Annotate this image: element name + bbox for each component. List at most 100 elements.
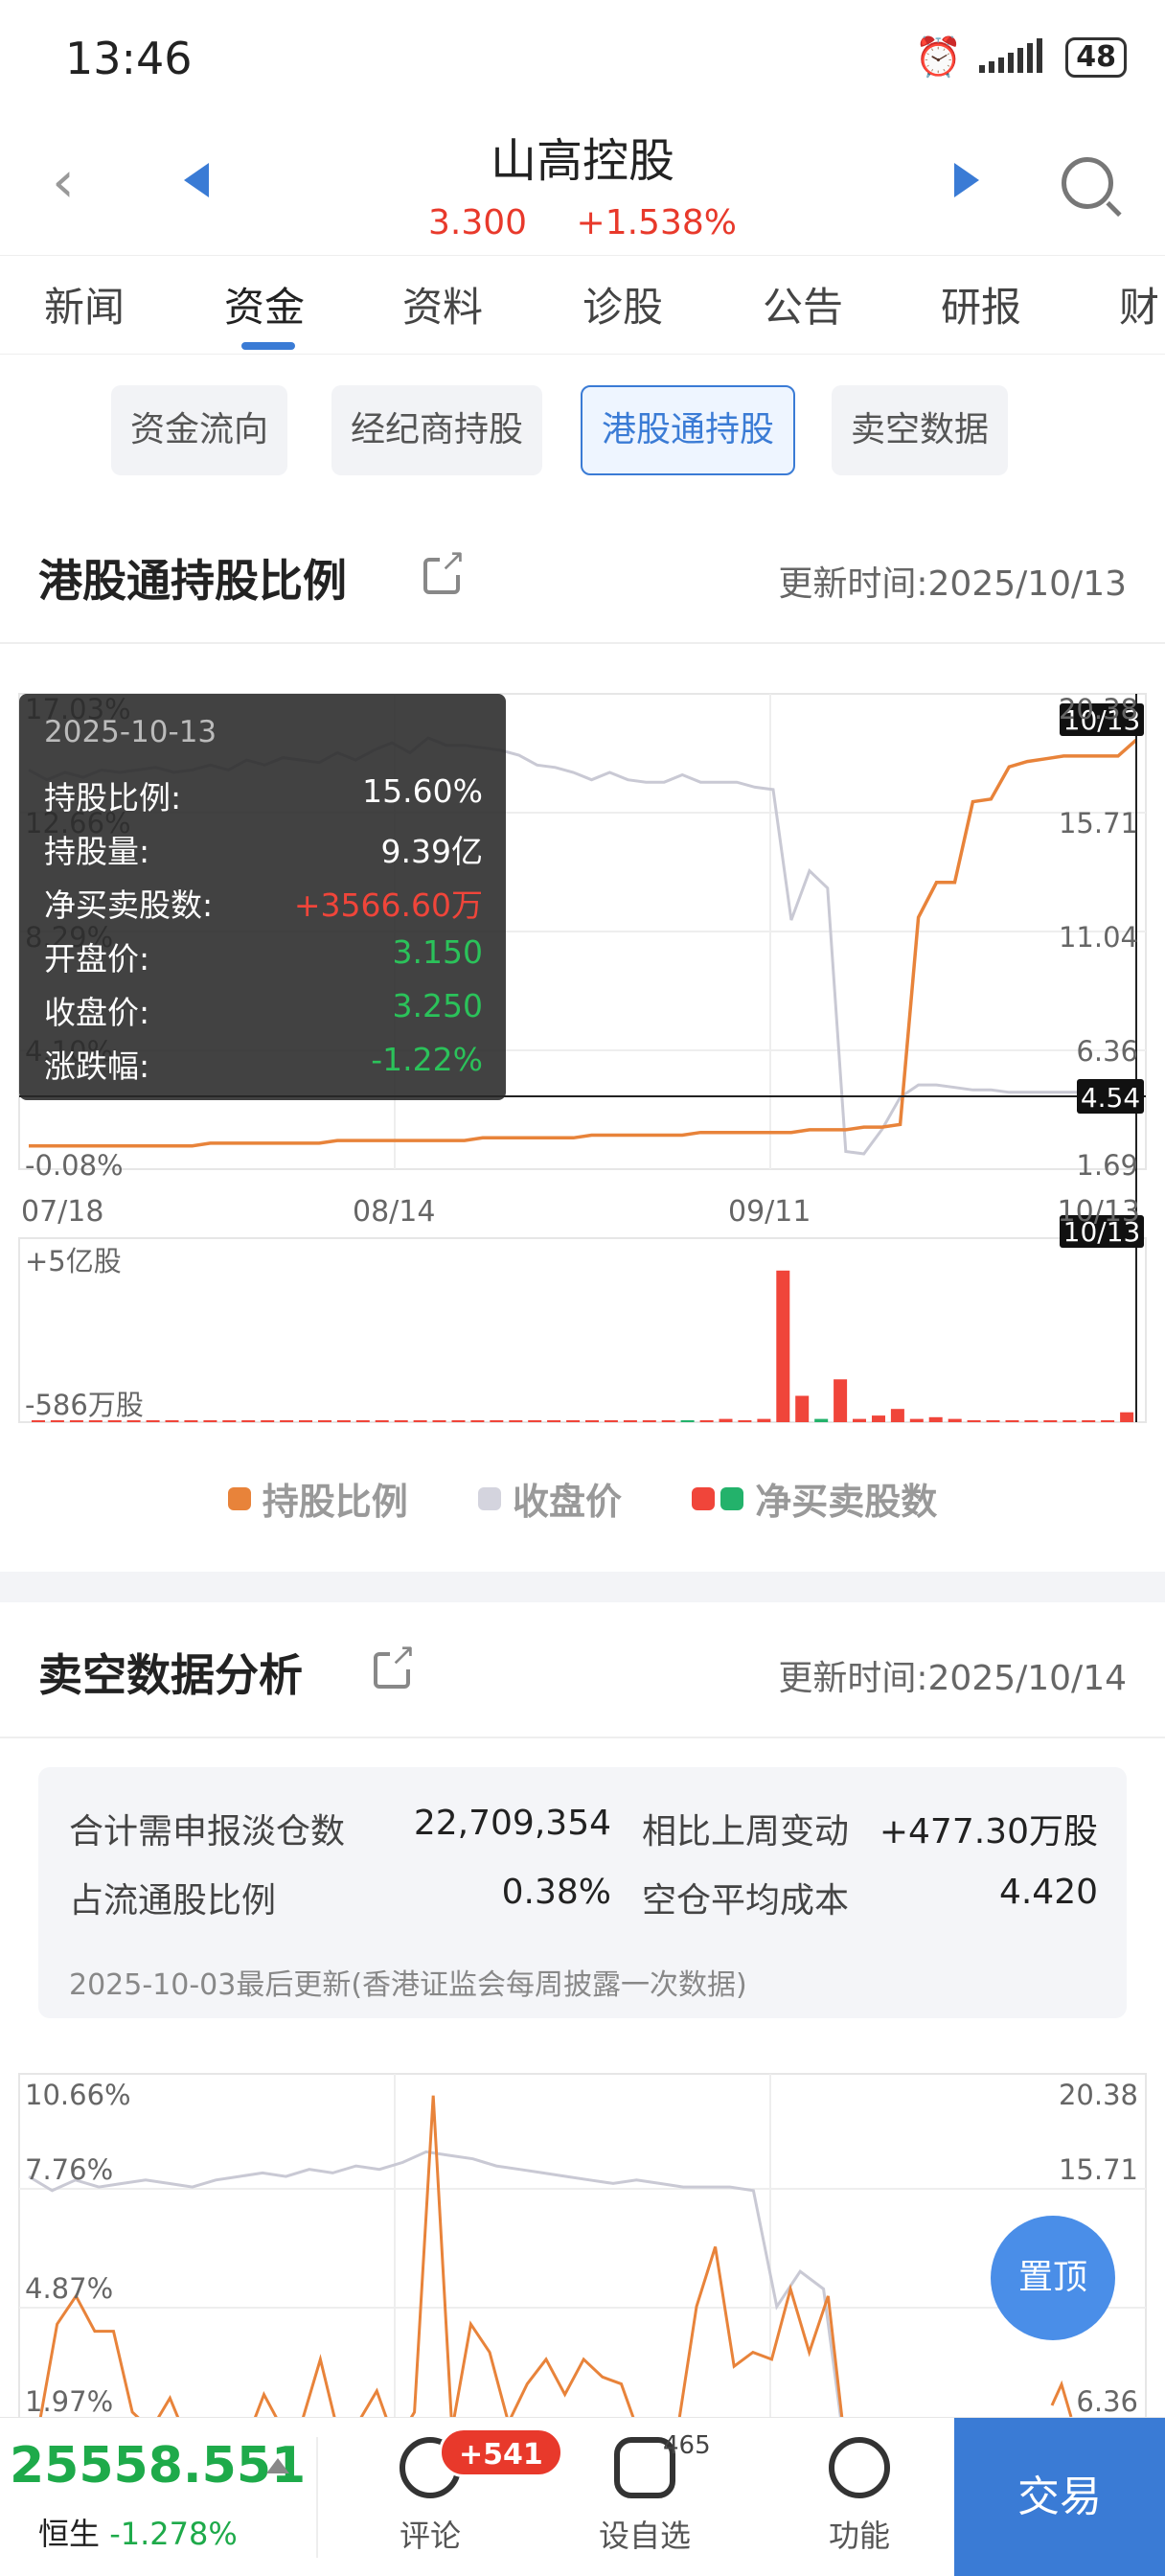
external-link-icon[interactable]	[374, 1639, 416, 1689]
tooltip-date: 2025-10-13	[44, 715, 217, 749]
net-buy-bar	[1082, 1420, 1096, 1422]
legend-label: 收盘价	[512, 1481, 622, 1523]
x-tick-label: 10/13	[1058, 1195, 1140, 1229]
y-tick-label: 11.04	[1059, 921, 1138, 954]
short-value: 22,709,354	[413, 1804, 611, 1843]
net-buy-bar	[413, 1420, 427, 1422]
subtab-short-data[interactable]: 卖空数据	[832, 385, 1009, 475]
net-buy-bar	[280, 1420, 294, 1422]
cursor-y-label: 4.54	[1081, 1082, 1140, 1114]
tooltip-label: 涨跌幅:	[44, 1047, 150, 1085]
subtab-broker-holdings[interactable]: 经纪商持股	[331, 385, 543, 475]
subtab-fund-flow[interactable]: 资金流向	[111, 385, 288, 475]
y-tick-label: 4.87%	[25, 2272, 113, 2305]
status-icons: ⏰ 48	[914, 34, 1127, 80]
y-tick-label: 1.69	[1076, 1149, 1138, 1182]
net-buy-bar	[909, 1418, 924, 1422]
short-label: 合计需申报淡仓数	[69, 1812, 346, 1852]
sub-tabs: 资金流向 经纪商持股 港股通持股 卖空数据	[0, 355, 1165, 508]
section-updated-time: 更新时间:2025/10/14	[778, 1659, 1127, 1698]
net-buy-bar	[928, 1416, 943, 1422]
legend-holding-ratio[interactable]: 持股比例	[227, 1472, 408, 1525]
y-tick-label: -0.08%	[25, 1149, 124, 1182]
short-data-chart[interactable]: 10.66% 7.76% 4.87% 1.97% 20.38 15.71 6.36	[0, 2070, 1165, 2417]
short-ratio-line-tail	[1050, 2380, 1073, 2417]
trade-button[interactable]: 交易	[954, 2418, 1165, 2576]
short-ratio-line	[38, 2095, 1073, 2417]
tab-research[interactable]: 研报	[941, 275, 1021, 334]
net-buy-bar	[566, 1420, 581, 1422]
functions-button[interactable]: 功能	[797, 2437, 922, 2556]
net-buy-bar	[318, 1420, 331, 1422]
chart-legend: 持股比例 收盘价 净买卖股数	[0, 1472, 1165, 1525]
index-value[interactable]: 25558.551	[10, 2437, 306, 2495]
tab-diagnosis[interactable]: 诊股	[582, 275, 663, 334]
stock-price: 3.300	[428, 203, 528, 242]
net-buy-bar	[890, 1409, 904, 1422]
tooltip-row: 净买卖股数: +3566.60万	[44, 880, 483, 926]
divider	[0, 642, 1165, 644]
stock-title: 山高控股	[490, 134, 674, 188]
bottom-bar: 25558.551 恒生 -1.278% 评论 +541 设自选 465 功能 …	[0, 2417, 1165, 2576]
bar-frame	[18, 1237, 1147, 1423]
net-buy-bar	[585, 1420, 599, 1422]
subtab-connect-holdings[interactable]: 港股通持股	[581, 385, 796, 475]
net-buy-bar	[394, 1420, 408, 1422]
y-tick-label: 20.38	[1059, 2079, 1138, 2111]
net-buy-bar	[203, 1420, 217, 1422]
net-buy-bar	[1101, 1420, 1115, 1422]
net-buy-bar	[1043, 1420, 1058, 1422]
tab-profile[interactable]: 资料	[402, 275, 483, 334]
back-to-top-button[interactable]: 置顶	[991, 2216, 1115, 2340]
net-buy-bar	[1062, 1420, 1077, 1422]
tab-funds[interactable]: 资金	[224, 275, 305, 334]
battery-icon: 48	[1065, 36, 1127, 78]
net-buy-bar	[719, 1418, 733, 1422]
stock-price-line: 3.300 +1.538%	[0, 203, 1165, 242]
y-tick-label: 15.71	[1059, 2153, 1138, 2186]
net-buy-bar	[623, 1420, 637, 1422]
net-buy-bar	[165, 1420, 179, 1422]
net-buy-bar	[967, 1420, 981, 1422]
section-title: 港股通持股比例	[38, 555, 347, 607]
tooltip-value: +3566.60万	[293, 886, 483, 924]
index-expand-icon[interactable]	[266, 2458, 289, 2473]
watchlist-count: 465	[663, 2431, 711, 2460]
x-tick-label: 07/18	[21, 1195, 103, 1229]
short-ratio-line	[38, 2095, 844, 2417]
tooltip-row: 开盘价: 3.150	[44, 933, 483, 979]
net-buy-bar	[738, 1420, 752, 1422]
net-buy-bar	[261, 1420, 275, 1422]
net-buy-bar	[776, 1270, 790, 1422]
watchlist-label: 设自选	[598, 2518, 691, 2554]
net-buy-bar	[814, 1418, 829, 1422]
net-buy-bar	[604, 1420, 618, 1422]
search-icon[interactable]	[1062, 157, 1113, 209]
y-tick-label: 15.71	[1059, 807, 1138, 840]
tooltip-value: 15.60%	[362, 772, 483, 810]
divider	[316, 2437, 318, 2558]
tab-news[interactable]: 新闻	[44, 275, 125, 334]
net-buy-bar	[795, 1395, 810, 1422]
divider	[0, 1736, 1165, 1738]
tooltip-label: 持股量:	[44, 833, 150, 870]
net-buy-bar	[680, 1420, 695, 1422]
net-buy-bar	[834, 1379, 848, 1422]
legend-close-price[interactable]: 收盘价	[477, 1472, 622, 1525]
tab-announcements[interactable]: 公告	[763, 275, 843, 334]
menu-icon	[829, 2437, 890, 2498]
net-buy-bar	[642, 1420, 656, 1422]
net-buy-bar	[470, 1420, 485, 1422]
net-buy-bar	[490, 1420, 504, 1422]
comment-label: 评论	[399, 2518, 461, 2554]
tab-finance[interactable]: 财	[1119, 275, 1159, 334]
tooltip-label: 持股比例:	[44, 779, 182, 816]
external-link-icon[interactable]	[423, 544, 466, 594]
short-summary-box: 合计需申报淡仓数 22,709,354 相比上周变动 +477.30万股 占流通…	[38, 1767, 1127, 2018]
legend-net-buy[interactable]: 净买卖股数	[692, 1472, 937, 1525]
net-buy-bar	[1005, 1420, 1019, 1422]
stock-change: +1.538%	[576, 203, 737, 242]
next-stock-icon[interactable]	[954, 163, 979, 197]
y-tick-label: 1.97%	[25, 2385, 113, 2417]
chart-grid	[18, 2073, 1147, 2417]
